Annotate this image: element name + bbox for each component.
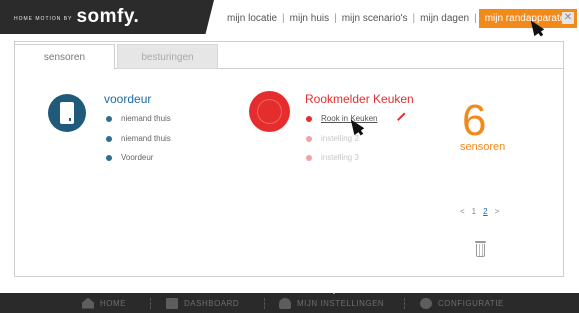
bottom-nav-separator: [404, 298, 405, 309]
pagination: < 1 2 >: [460, 207, 499, 216]
nav-mijn-huis[interactable]: mijn huis: [285, 13, 334, 24]
trash-body: [476, 244, 485, 257]
close-icon[interactable]: ✕: [562, 12, 574, 24]
list-item[interactable]: Rook in Keuken: [306, 114, 377, 123]
active-section-notch: [328, 288, 340, 294]
list-item[interactable]: niemand thuis: [106, 134, 171, 143]
gear-icon: [420, 297, 432, 309]
bottom-nav-separator: [150, 298, 151, 309]
page-1-link[interactable]: 1: [472, 207, 476, 216]
tab-besturingen[interactable]: besturingen: [117, 44, 218, 69]
bottom-nav-label: HOME: [100, 298, 126, 308]
nav-mijn-dagen[interactable]: mijn dagen: [415, 13, 474, 24]
tab-sensoren[interactable]: sensoren: [14, 44, 115, 69]
sensor-count-label: sensoren: [460, 141, 506, 153]
top-navigation: mijn locatie | mijn huis | mijn scenario…: [222, 9, 577, 28]
status-dot-icon: [106, 135, 112, 142]
status-dot-icon: [106, 115, 112, 122]
smoke-detector-icon[interactable]: [249, 91, 290, 132]
trash-icon[interactable]: [475, 241, 486, 258]
door-sensor-icon[interactable]: [48, 94, 86, 132]
trash-lid: [475, 241, 486, 243]
sensor-count: 6: [462, 96, 487, 145]
bottom-nav-label: DASHBOARD: [184, 298, 240, 308]
bottom-nav-separator: [264, 298, 265, 309]
bottom-nav-configuratie[interactable]: CONFIGURATIE: [420, 293, 504, 313]
brand-tagline: HOME MOTION BY: [14, 15, 73, 22]
door-item-label: niemand thuis: [121, 114, 171, 123]
smoke-group-title[interactable]: Rookmelder Keuken: [305, 92, 414, 106]
nav-mijn-scenarios[interactable]: mijn scenario's: [337, 13, 413, 24]
dashboard-icon: [166, 297, 178, 309]
list-item[interactable]: instelling 2: [306, 134, 359, 143]
smoke-item-label: instelling 3: [321, 153, 359, 162]
status-dot-icon: [106, 154, 112, 161]
nav-separator: |: [474, 13, 477, 24]
list-item[interactable]: Voordeur: [106, 153, 153, 162]
top-header: HOME MOTION BY somfy. mijn locatie | mij…: [0, 0, 579, 34]
status-dot-icon: [306, 135, 312, 142]
status-dot-icon: [306, 154, 312, 161]
door-icon: [60, 102, 74, 124]
next-page-button[interactable]: >: [495, 207, 500, 216]
bottom-nav-label: MIJN INSTELLINGEN: [297, 298, 385, 308]
list-item[interactable]: instelling 3: [306, 153, 359, 162]
smoke-item-label: instelling 2: [321, 134, 359, 143]
door-group-title[interactable]: voordeur: [104, 92, 151, 106]
prev-page-button[interactable]: <: [460, 207, 465, 216]
home-icon: [82, 297, 94, 309]
bottom-nav-home[interactable]: HOME: [82, 293, 126, 313]
brand-area: HOME MOTION BY somfy.: [0, 0, 205, 34]
smoke-detector-ring: [257, 99, 282, 124]
door-item-label: niemand thuis: [121, 134, 171, 143]
list-item[interactable]: niemand thuis: [106, 114, 171, 123]
bottom-nav-label: CONFIGURATIE: [438, 298, 504, 308]
bottom-nav-dashboard[interactable]: DASHBOARD: [166, 293, 239, 313]
user-icon: [279, 297, 291, 309]
bottom-navigation: HOME DASHBOARD MIJN INSTELLINGEN CONFIGU…: [0, 293, 579, 313]
nav-mijn-locatie[interactable]: mijn locatie: [222, 13, 282, 24]
page-2-link[interactable]: 2: [483, 207, 487, 216]
status-dot-icon: [306, 115, 312, 122]
tab-bar: sensoren besturingen: [14, 44, 218, 69]
door-item-label: Voordeur: [121, 153, 154, 162]
somfy-logo: somfy.: [76, 6, 140, 27]
bottom-nav-mijn-instellingen[interactable]: MIJN INSTELLINGEN: [279, 293, 384, 313]
